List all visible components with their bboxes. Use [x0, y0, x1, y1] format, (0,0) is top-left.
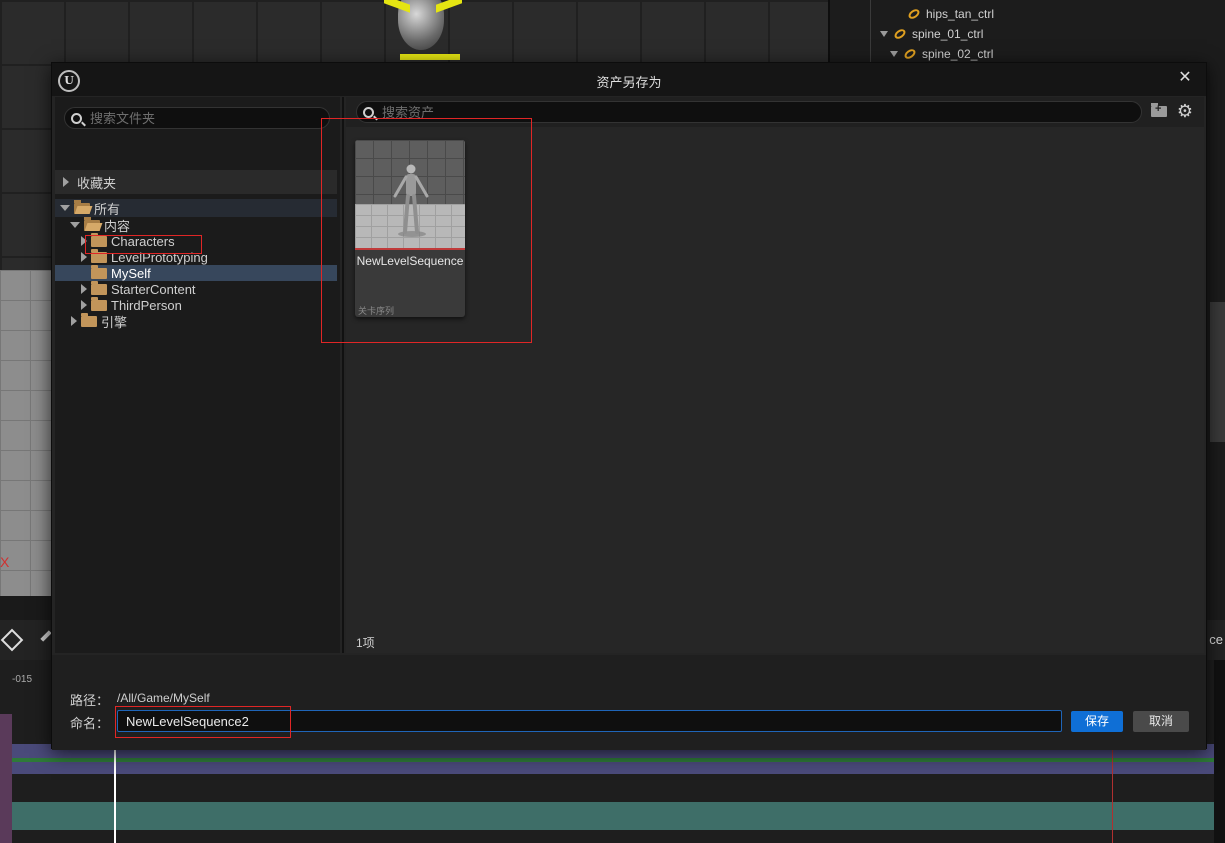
folder-icon — [81, 312, 97, 327]
asset-tile[interactable]: NewLevelSequence 关卡序列 — [355, 140, 465, 317]
tree-item-engine[interactable]: 引擎 — [55, 312, 337, 330]
settings-icon[interactable]: ⚙ — [1175, 101, 1195, 121]
collapse-caret-icon[interactable] — [60, 205, 70, 211]
asset-search-input[interactable] — [382, 104, 1044, 120]
rig-hierarchy-panel: hips_tan_ctrl spine_01_ctrl spine_02_ctr… — [828, 0, 1225, 62]
dialog-title: 资产另存为 — [596, 75, 662, 90]
folder-search-box[interactable] — [64, 107, 330, 129]
control-rig-handle[interactable] — [400, 54, 460, 60]
track-range-bar — [12, 758, 1214, 762]
tree-item-label: MySelf — [111, 265, 151, 281]
tree-item-label: Characters — [111, 233, 175, 249]
search-icon — [71, 112, 82, 124]
tree-item-startercontent[interactable]: StarterContent — [55, 280, 337, 297]
item-count: 1项 — [356, 636, 375, 650]
playback-end-marker[interactable] — [1112, 742, 1113, 843]
pencil-icon[interactable] — [40, 630, 52, 642]
tree-item-levelprototyping[interactable]: LevelPrototyping — [55, 248, 337, 265]
path-value: /All/Game/MySelf — [117, 691, 210, 705]
hierarchy-item-label: spine_01_ctrl — [912, 27, 984, 41]
tree-item-label: LevelPrototyping — [111, 249, 208, 265]
mannequin-figure — [393, 164, 429, 237]
tree-guide-line — [870, 0, 871, 62]
folder-open-icon — [84, 216, 100, 231]
asset-search-box[interactable] — [356, 101, 1142, 123]
axis-x-label: X — [0, 554, 10, 570]
folder-open-icon — [74, 199, 90, 214]
tree-item-all[interactable]: 所有 — [55, 199, 337, 217]
asset-view-pane: ⚙ NewLevelSequence — [346, 97, 1204, 653]
asset-name-input[interactable] — [117, 710, 1062, 732]
hierarchy-item-label: hips_tan_ctrl — [926, 7, 995, 21]
folder-search-input[interactable] — [90, 110, 310, 126]
new-folder-icon[interactable] — [1151, 103, 1167, 117]
expand-caret-icon[interactable] — [890, 51, 898, 57]
save-asset-as-dialog: U 资产另存为 ✕ 收藏夹 所有 内容 — [51, 62, 1207, 750]
expand-caret-icon[interactable] — [880, 31, 888, 37]
expand-caret-icon[interactable] — [81, 284, 87, 294]
hierarchy-item[interactable]: spine_01_ctrl — [880, 24, 983, 44]
control-icon — [902, 47, 918, 61]
playhead[interactable] — [114, 742, 116, 843]
path-label: 路径： — [70, 693, 110, 708]
hierarchy-item[interactable]: spine_02_ctrl — [890, 44, 993, 64]
control-icon — [892, 27, 908, 41]
tree-item-myself[interactable]: MySelf — [55, 264, 337, 281]
folder-icon — [91, 248, 107, 263]
expand-caret-icon[interactable] — [81, 252, 87, 262]
cancel-button[interactable]: 取消 — [1133, 711, 1189, 732]
tree-item-label: 引擎 — [101, 314, 128, 330]
timeline-scrollbar[interactable] — [1214, 660, 1225, 843]
favorites-label: 收藏夹 — [77, 175, 117, 191]
expand-caret-icon[interactable] — [81, 236, 87, 246]
dialog-titlebar[interactable]: U 资产另存为 ✕ — [52, 63, 1206, 96]
expand-caret-icon[interactable] — [81, 300, 87, 310]
tree-item-label: 内容 — [104, 218, 131, 234]
hierarchy-item[interactable]: hips_tan_ctrl — [906, 4, 995, 24]
editor-window: X hips_tan_ctrl spine_01_ctrl spine_02_c… — [0, 0, 1225, 843]
asset-thumbnail — [355, 140, 465, 248]
folder-icon — [91, 280, 107, 295]
folder-icon — [91, 232, 107, 247]
panel-scrollbar[interactable] — [1210, 302, 1225, 442]
tree-item-label: ThirdPerson — [111, 297, 182, 313]
collapse-caret-icon[interactable] — [70, 222, 80, 228]
folder-icon — [91, 296, 107, 311]
name-label: 命名： — [70, 716, 110, 731]
control-icon — [906, 7, 922, 21]
asset-type-color-bar — [355, 248, 465, 250]
tree-item-label: StarterContent — [111, 281, 196, 297]
toolbar-text: ce — [1209, 632, 1223, 647]
favorites-header[interactable]: 收藏夹 — [55, 170, 337, 194]
details-panel-edge — [1210, 62, 1225, 662]
search-icon — [363, 106, 374, 118]
save-button[interactable]: 保存 — [1071, 711, 1123, 732]
timeline-ruler-label: -015 — [12, 674, 33, 685]
pane-splitter[interactable] — [342, 97, 344, 653]
asset-type-label: 关卡序列 — [358, 306, 395, 316]
hierarchy-item-label: spine_02_ctrl — [922, 47, 994, 61]
track-color-strip — [0, 714, 12, 843]
tree-item-thirdperson[interactable]: ThirdPerson — [55, 296, 337, 313]
expand-caret-icon[interactable] — [71, 316, 77, 326]
close-button[interactable]: ✕ — [1176, 69, 1194, 87]
asset-name: NewLevelSequence — [356, 254, 464, 268]
key-icon[interactable] — [0, 628, 24, 652]
save-options-area: 路径： /All/Game/MySelf 命名： 保存 取消 — [52, 655, 1206, 750]
folder-icon — [91, 264, 107, 279]
sequence-track[interactable] — [12, 802, 1214, 830]
expand-caret-icon[interactable] — [63, 177, 69, 187]
tree-item-characters[interactable]: Characters — [55, 232, 337, 249]
tree-item-content[interactable]: 内容 — [55, 216, 337, 234]
